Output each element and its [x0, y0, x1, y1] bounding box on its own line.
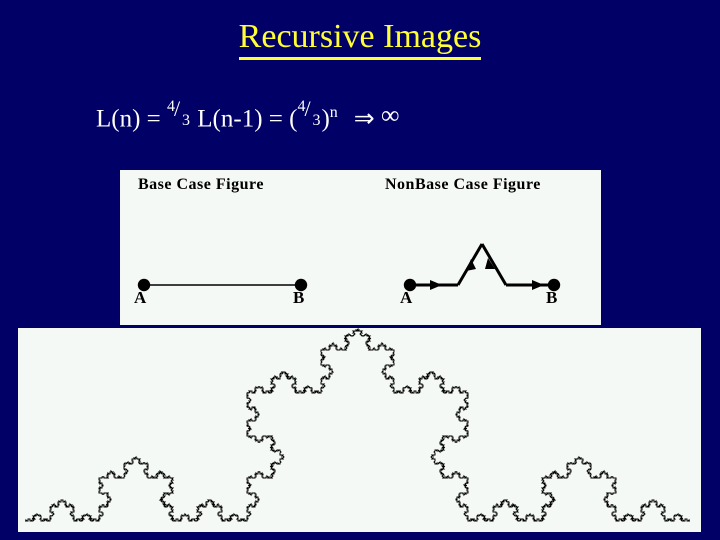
slide-canvas: Recursive Images L(n) = 4/3 L(n-1) = (4/…	[0, 0, 720, 540]
infinity-symbol: ∞	[380, 100, 400, 130]
page-title-text: Recursive Images	[238, 18, 482, 60]
fraction-denominator: 3	[312, 112, 321, 130]
koch-curve-path	[25, 328, 690, 522]
koch-curve-svg	[25, 328, 690, 522]
fraction-bar: /	[304, 96, 311, 122]
fraction-bar: /	[174, 96, 181, 122]
base-case-label-b: B	[293, 288, 305, 307]
arrow-icon-segment-2	[466, 259, 476, 271]
fraction-four-thirds-2: 4/3	[297, 96, 321, 129]
case-figures-panel: Base Case Figure NonBase Case Figure A B…	[120, 170, 601, 325]
nonbase-case-label-b: B	[546, 288, 558, 307]
page-title: Recursive Images	[0, 18, 720, 60]
base-case-figure	[137, 278, 308, 292]
koch-curve-panel	[18, 328, 701, 532]
arrow-icon-segment-1	[430, 280, 442, 290]
fraction-four-thirds-1: 4/3	[167, 96, 191, 129]
generator-segment-3	[480, 243, 508, 286]
formula-lhs: L(n) =	[96, 105, 168, 133]
implies-symbol: ⇒	[353, 105, 375, 133]
base-case-caption: Base Case Figure	[138, 176, 264, 193]
fraction-denominator: 3	[182, 112, 191, 130]
base-case-label-a: A	[134, 288, 147, 307]
recurrence-formula: L(n) = 4/3 L(n-1) = (4/3)n ⇒ ∞	[96, 96, 400, 134]
arrow-icon-segment-4	[532, 280, 544, 290]
nonbase-case-caption: NonBase Case Figure	[385, 176, 541, 193]
formula-exponent: n	[329, 104, 338, 121]
nonbase-case-label-a: A	[400, 288, 413, 307]
nonbase-case-figure	[403, 243, 561, 292]
formula-close-paren: )	[321, 105, 330, 133]
formula-mid: L(n-1) = (	[191, 105, 298, 133]
